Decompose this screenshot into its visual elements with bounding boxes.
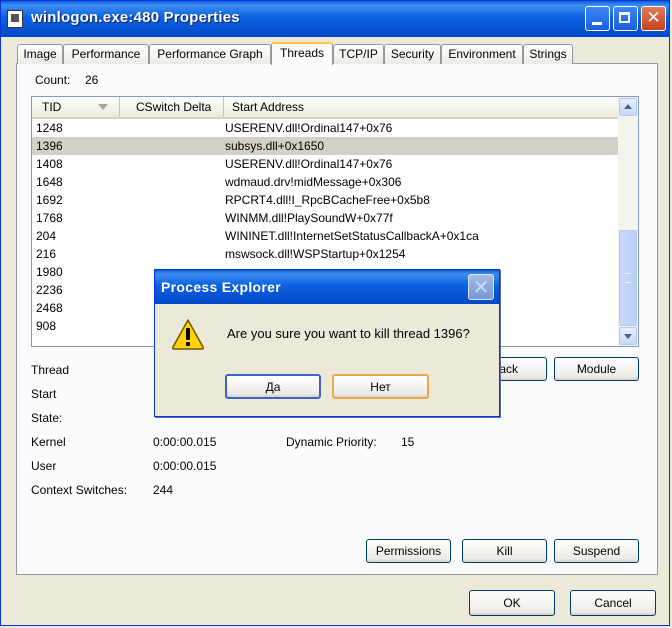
start-address: RPCRT4.dll!I_RpcBCacheFree+0x5b8 xyxy=(225,193,430,207)
sort-arrow-icon xyxy=(98,104,108,110)
thread-id: 1248 xyxy=(36,121,63,135)
maximize-button[interactable] xyxy=(613,6,638,31)
minimize-button[interactable] xyxy=(585,6,610,31)
vertical-scrollbar[interactable] xyxy=(618,97,638,346)
tab-performance-graph[interactable]: Performance Graph xyxy=(149,44,271,64)
thread-label: Thread xyxy=(31,363,70,377)
thread-id: 1768 xyxy=(36,211,63,225)
dynamic-priority-label: Dynamic Priority: xyxy=(286,435,377,449)
close-icon: ✕ xyxy=(472,275,490,299)
user-value: 0:00:00.015 xyxy=(153,459,217,473)
scroll-down-icon[interactable] xyxy=(619,327,637,345)
thread-id: 1648 xyxy=(36,175,63,189)
context-switches-label: Context Switches: xyxy=(31,483,128,497)
suspend-button[interactable]: Suspend xyxy=(554,539,639,563)
thread-id: 2236 xyxy=(36,283,63,297)
thread-id: 1408 xyxy=(36,157,63,171)
close-button[interactable]: ✕ xyxy=(641,6,666,31)
tab-performance[interactable]: Performance xyxy=(63,44,149,64)
yes-button[interactable]: Да xyxy=(225,374,321,399)
thread-id: 1692 xyxy=(36,193,63,207)
thread-id: 216 xyxy=(36,247,57,261)
start-address: subsys.dll+0x1650 xyxy=(225,139,325,153)
tab-strings[interactable]: Strings xyxy=(523,44,573,64)
start-address: WINMM.dll!PlaySoundW+0x77f xyxy=(225,211,393,225)
start-address: wdmaud.drv!midMessage+0x306 xyxy=(225,175,402,189)
thread-id: 1396 xyxy=(36,139,63,153)
user-label: User xyxy=(31,459,57,473)
tab-threads[interactable]: Threads xyxy=(271,42,333,65)
thread-id: 204 xyxy=(36,229,57,243)
no-button[interactable]: Нет xyxy=(332,374,429,399)
count-value: 26 xyxy=(85,73,99,87)
start-address: USERENV.dll!Ordinal147+0x76 xyxy=(225,157,393,171)
scroll-up-icon[interactable] xyxy=(619,98,637,116)
table-row[interactable]: 1768 WINMM.dll!PlaySoundW+0x77f xyxy=(32,209,618,227)
title-bar[interactable]: winlogon.exe:480 Properties ✕ xyxy=(1,1,669,37)
start-address: WININET.dll!InternetSetStatusCallbackA+0… xyxy=(225,229,479,243)
confirm-dialog: Process Explorer ✕ Are you sure you want… xyxy=(154,269,500,417)
column-cswitch-delta[interactable]: CSwitch Delta xyxy=(120,97,224,117)
thread-id: 1980 xyxy=(36,265,63,279)
dialog-title-bar[interactable]: Process Explorer ✕ xyxy=(155,270,499,304)
kernel-label: Kernel xyxy=(31,435,66,449)
module-button[interactable]: Module xyxy=(554,357,639,381)
table-row[interactable]: 1396 subsys.dll+0x1650 xyxy=(32,137,618,155)
context-switches-value: 244 xyxy=(153,483,174,497)
dialog-message: Are you sure you want to kill thread 139… xyxy=(227,326,470,341)
table-row[interactable]: 1248 USERENV.dll!Ordinal147+0x76 xyxy=(32,119,618,137)
permissions-button[interactable]: Permissions xyxy=(366,539,451,563)
start-label: Start xyxy=(31,387,57,401)
app-icon xyxy=(7,10,23,28)
column-start-address[interactable]: Start Address xyxy=(224,97,618,117)
dialog-close-button[interactable]: ✕ xyxy=(468,274,494,300)
kernel-value: 0:00:00.015 xyxy=(153,435,217,449)
tab-security[interactable]: Security xyxy=(384,44,441,64)
table-row[interactable]: 1692 RPCRT4.dll!I_RpcBCacheFree+0x5b8 xyxy=(32,191,618,209)
tab-image[interactable]: Image xyxy=(17,44,63,64)
scroll-thumb[interactable] xyxy=(619,230,637,326)
table-row[interactable]: 1648 wdmaud.drv!midMessage+0x306 xyxy=(32,173,618,191)
kill-button[interactable]: Kill xyxy=(462,539,547,563)
thread-id: 2468 xyxy=(36,301,63,315)
tab-environment[interactable]: Environment xyxy=(441,44,523,64)
state-label: State: xyxy=(31,411,63,425)
table-row[interactable]: 1408 USERENV.dll!Ordinal147+0x76 xyxy=(32,155,618,173)
thread-id: 908 xyxy=(36,319,57,333)
dialog-title: Process Explorer xyxy=(161,279,281,295)
table-row[interactable]: 204 WININET.dll!InternetSetStatusCallback… xyxy=(32,227,618,245)
warning-icon xyxy=(171,319,205,350)
window-title: winlogon.exe:480 Properties xyxy=(31,9,240,26)
cancel-button[interactable]: Cancel xyxy=(570,590,656,616)
list-header: TID CSwitch Delta Start Address xyxy=(32,97,618,119)
start-address: USERENV.dll!Ordinal147+0x76 xyxy=(225,121,393,135)
table-row[interactable]: 216 mswsock.dll!WSPStartup+0x1254 xyxy=(32,245,618,263)
ok-button[interactable]: OK xyxy=(469,590,555,616)
dynamic-priority-value: 15 xyxy=(401,435,415,449)
tab-tcpip[interactable]: TCP/IP xyxy=(333,44,384,64)
close-icon: ✕ xyxy=(646,8,661,28)
count-label: Count: xyxy=(35,73,71,87)
start-address: mswsock.dll!WSPStartup+0x1254 xyxy=(225,247,406,261)
